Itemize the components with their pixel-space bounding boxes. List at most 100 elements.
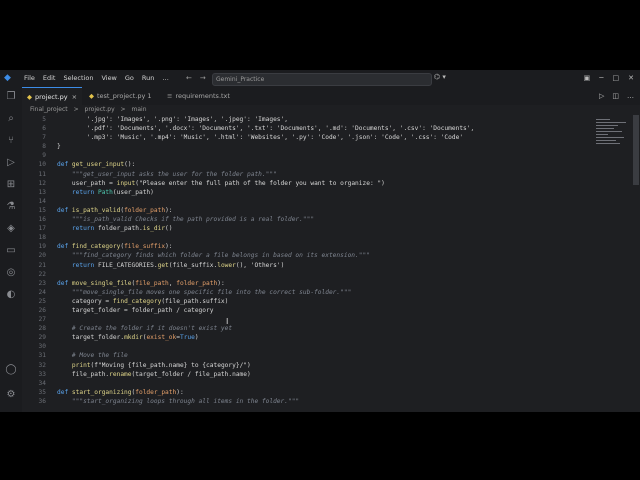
line-number: 36 [38, 397, 46, 405]
code-line[interactable]: return FILE_CATEGORIES.get(file_suffix.l… [57, 261, 587, 270]
python-icon[interactable]: ◈ [5, 223, 17, 235]
code-line[interactable]: def find_category(file_suffix): [57, 242, 587, 251]
code-line[interactable]: file_path.rename(target_folder / file_pa… [57, 370, 587, 379]
code-line[interactable]: # Move the file [57, 351, 587, 360]
code-token: input [116, 179, 136, 187]
code-line[interactable]: """start_organizing loops through all it… [57, 397, 587, 406]
forward-icon[interactable]: → [200, 74, 206, 82]
code-editor[interactable]: 5 6 7 8 9 10 11 12 13 14 15 16 17 18 19 20 21 22 23 24 25 26 2… [22, 115, 592, 412]
more-icon[interactable]: … [627, 87, 634, 105]
vscode-window: ◆ File Edit Selection View Go Run… ← → Gemini_… [0, 70, 640, 412]
code-line[interactable]: category = find_category(file_path.suffi… [57, 297, 587, 306]
minimize-icon[interactable]: ─ [599, 70, 603, 87]
maximize-icon[interactable]: □ [613, 70, 620, 87]
code-token: '.pdf': 'Documents', '.docx': 'Documents… [86, 125, 475, 133]
mouse-cursor-icon: I [226, 317, 229, 326]
vertical-scrollbar[interactable] [632, 115, 640, 412]
code-line[interactable]: '.mp3': 'Music', '.mp4': 'Music', '.html… [57, 133, 587, 142]
settings-icon[interactable]: ⚙ [5, 389, 17, 401]
menu-item[interactable]: Selection [59, 70, 97, 87]
line-number: 16 [38, 216, 46, 224]
code-token: ) [280, 261, 285, 269]
code-token: def [57, 388, 72, 396]
line-number: 17 [38, 225, 46, 233]
command-center[interactable]: Gemini_Practice [212, 73, 432, 86]
account-icon[interactable]: ◯ [5, 364, 17, 376]
line-number: 19 [38, 243, 46, 251]
code-line[interactable] [57, 342, 587, 351]
code-line[interactable] [57, 197, 587, 206]
tab-project-py[interactable]: ◆ project.py × [22, 87, 83, 106]
chat-icon[interactable]: ◎ [5, 267, 17, 279]
code-line[interactable]: """find_category finds which folder a fi… [57, 251, 587, 260]
explorer-icon[interactable]: ❐ [5, 91, 17, 103]
line-number: 12 [38, 179, 46, 187]
code-token: def [57, 243, 72, 251]
run-icon[interactable]: ▷ [599, 87, 604, 105]
menu-item[interactable]: View [97, 70, 120, 87]
code-line[interactable]: target_folder = folder_path / category [57, 306, 587, 315]
code-line[interactable] [57, 233, 587, 242]
breadcrumb-file[interactable]: project.py [85, 106, 115, 113]
code-line[interactable] [57, 270, 587, 279]
menu-item[interactable]: Edit [39, 70, 60, 87]
code-line[interactable]: def is_path_valid(folder_path): [57, 206, 587, 215]
copilot-icon[interactable]: ⌬ ▾ [434, 73, 446, 81]
close-icon[interactable]: ✕ [628, 70, 634, 87]
code-line[interactable]: """move_single_file moves one specific f… [57, 288, 587, 297]
code-line[interactable]: return folder_path.is_dir() [57, 224, 587, 233]
code-token: find_category [71, 243, 121, 251]
breadcrumb-sep: > [120, 106, 126, 113]
menu-bar: File Edit Selection View Go Run… [20, 70, 173, 87]
testing-icon[interactable]: ⚗ [5, 201, 17, 213]
code-token: start_organizing [71, 388, 132, 396]
back-icon[interactable]: ← [186, 74, 192, 82]
breadcrumb-folder[interactable]: Final_project [30, 106, 68, 113]
search-icon[interactable]: ⌕ [5, 113, 17, 125]
code-line[interactable]: } [57, 142, 587, 151]
activity-bar: ❐ ⌕ ⑂ ▷ ⊞ ⚗ ◈ ▭ ◎ ◐ ◯ ⚙ [0, 87, 22, 412]
source-control-icon[interactable]: ⑂ [5, 135, 17, 147]
code-line[interactable]: """get_user_input asks the user for the … [57, 170, 587, 179]
tab-requirements-txt[interactable]: ≡ requirements.txt [162, 87, 235, 105]
menu-item[interactable]: Go [121, 70, 138, 87]
code-line[interactable]: def get_user_input(): [57, 160, 587, 169]
tab-label: project.py [35, 93, 68, 101]
line-number: 31 [38, 352, 46, 360]
code-line[interactable] [57, 379, 587, 388]
layout-icon[interactable]: ▣ [584, 70, 591, 87]
close-tab-icon[interactable]: × [72, 93, 77, 101]
code-line[interactable]: def move_single_file(file_path, folder_p… [57, 279, 587, 288]
scrollbar-thumb[interactable] [633, 115, 639, 185]
menu-item[interactable]: … [158, 70, 173, 87]
tab-test-project-py[interactable]: ◆ test_project.py 1 [84, 87, 157, 105]
code-line[interactable]: """is_path_valid Checks if the path prov… [57, 215, 587, 224]
code-token: is_path_valid [71, 206, 121, 214]
line-number: 30 [38, 343, 46, 351]
menu-item[interactable]: Run [138, 70, 158, 87]
code-line[interactable]: return Path(user_path) [57, 188, 587, 197]
menu-item[interactable]: File [20, 70, 39, 87]
line-number: 5 [42, 116, 46, 123]
remote-icon[interactable]: ▭ [5, 245, 17, 257]
code-line[interactable]: '.jpg': 'Images', '.png': 'Images', '.jp… [57, 115, 587, 124]
code-line[interactable]: # Create the folder if it doesn't exist … [57, 324, 587, 333]
minimap[interactable] [594, 115, 632, 175]
line-number: 15 [38, 206, 46, 214]
code-line[interactable]: '.pdf': 'Documents', '.docx': 'Documents… [57, 124, 587, 133]
code-token: """get_user_input asks the user for the … [71, 170, 277, 178]
code-line[interactable]: print(f"Moving {file_path.name} to {cate… [57, 361, 587, 370]
split-editor-icon[interactable]: ◫ [612, 87, 619, 105]
run-debug-icon[interactable]: ▷ [5, 157, 17, 169]
docker-icon[interactable]: ◐ [5, 289, 17, 301]
extensions-icon[interactable]: ⊞ [5, 179, 17, 191]
code-line[interactable]: user_path = input("Please enter the full… [57, 179, 587, 188]
code-line[interactable] [57, 315, 587, 324]
code-lines[interactable]: '.jpg': 'Images', '.png': 'Images', '.jp… [57, 115, 587, 406]
breadcrumb-symbol[interactable]: main [132, 106, 147, 113]
code-line[interactable] [57, 151, 587, 160]
code-line[interactable]: def start_organizing(folder_path): [57, 388, 587, 397]
code-line[interactable]: target_folder.mkdir(exist_ok=True) [57, 333, 587, 342]
